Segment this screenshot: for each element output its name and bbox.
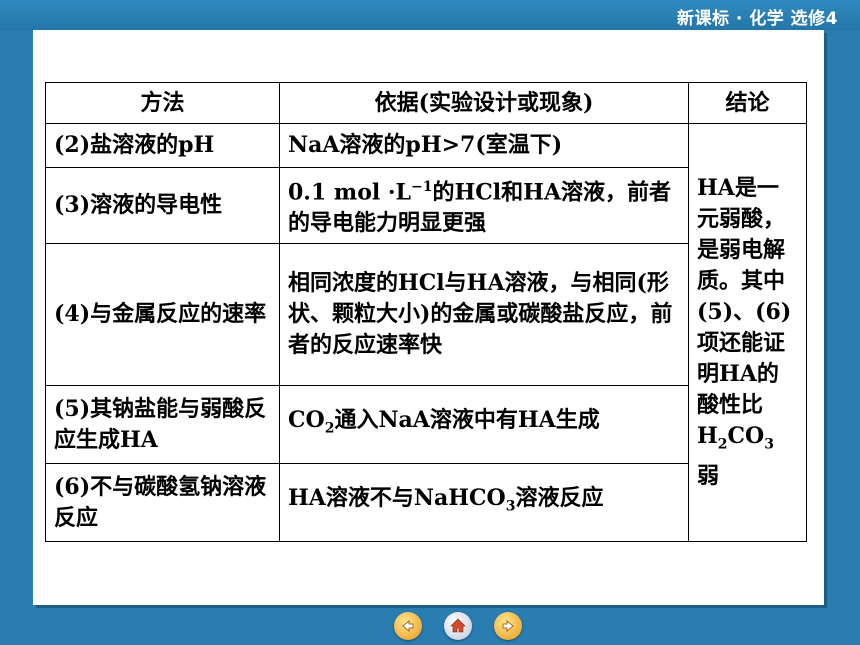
home-icon: [450, 618, 466, 633]
slide-navigation: [394, 612, 522, 640]
method-cell: (2)盐溶液的pH: [45, 123, 280, 168]
basis-subscript: 2: [324, 420, 335, 437]
header-basis: 依据(实验设计或现象): [279, 82, 689, 124]
basis-cell: 相同浓度的HCl与HA溶液，与相同(形状、颗粒大小)的金属或碳酸盐反应，前者的反…: [279, 243, 689, 386]
basis-cell: 0.1 mol ·L−1的HCl和HA溶液，前者的导电能力明显更强: [279, 167, 689, 244]
method-cell: (3)溶液的导电性: [45, 167, 280, 244]
top-bar: 新课标 · 化学 选修4: [0, 0, 860, 30]
previous-button[interactable]: [394, 612, 422, 640]
basis-cell: HA溶液不与NaHCO3溶液反应: [279, 463, 689, 542]
method-cell: (4)与金属反应的速率: [45, 243, 280, 386]
formula-co: CO: [727, 423, 765, 450]
next-icon: [502, 620, 514, 632]
conclusion-text: HA是一元弱酸，是弱电解质。其中(5)、(6)项还能证明HA的酸性比: [697, 175, 792, 419]
slide-content: 方法 依据(实验设计或现象) 结论 (2)盐溶液的pH NaA溶液的pH>7(室…: [33, 30, 824, 605]
previous-icon: [402, 620, 414, 632]
formula-sub-3: 3: [764, 436, 774, 453]
basis-text: 通入NaA溶液中有HA生成: [334, 406, 600, 433]
basis-text: CO: [288, 406, 325, 433]
header-conclusion: 结论: [688, 82, 807, 124]
formula-h: H: [697, 423, 718, 450]
table-row: (2)盐溶液的pH NaA溶液的pH>7(室温下) HA是一元弱酸，是弱电解质。…: [45, 123, 807, 542]
header-method: 方法: [45, 82, 280, 124]
conclusion-cell: HA是一元弱酸，是弱电解质。其中(5)、(6)项还能证明HA的酸性比 H2CO3 弱: [688, 123, 807, 542]
conclusion-end: 弱: [697, 462, 720, 489]
course-title: 新课标 · 化学 选修4: [676, 9, 838, 29]
basis-text: 溶液反应: [515, 484, 604, 511]
method-cell: (5)其钠盐能与弱酸反应生成HA: [45, 385, 280, 464]
basis-text: 0.1 mol ·L: [288, 179, 412, 206]
comparison-table: 方法 依据(实验设计或现象) 结论 (2)盐溶液的pH NaA溶液的pH>7(室…: [45, 82, 807, 542]
basis-subscript: 3: [505, 498, 516, 515]
formula-sub-2: 2: [717, 436, 728, 453]
next-button[interactable]: [494, 612, 522, 640]
basis-text: HA溶液不与NaHCO: [288, 484, 506, 511]
home-button[interactable]: [444, 612, 472, 640]
table-header-row: 方法 依据(实验设计或现象) 结论: [45, 82, 807, 124]
basis-superscript: −1: [411, 178, 433, 195]
method-cell: (6)不与碳酸氢钠溶液反应: [45, 463, 280, 542]
basis-cell: NaA溶液的pH>7(室温下): [279, 123, 689, 168]
basis-cell: CO2通入NaA溶液中有HA生成: [279, 385, 689, 464]
